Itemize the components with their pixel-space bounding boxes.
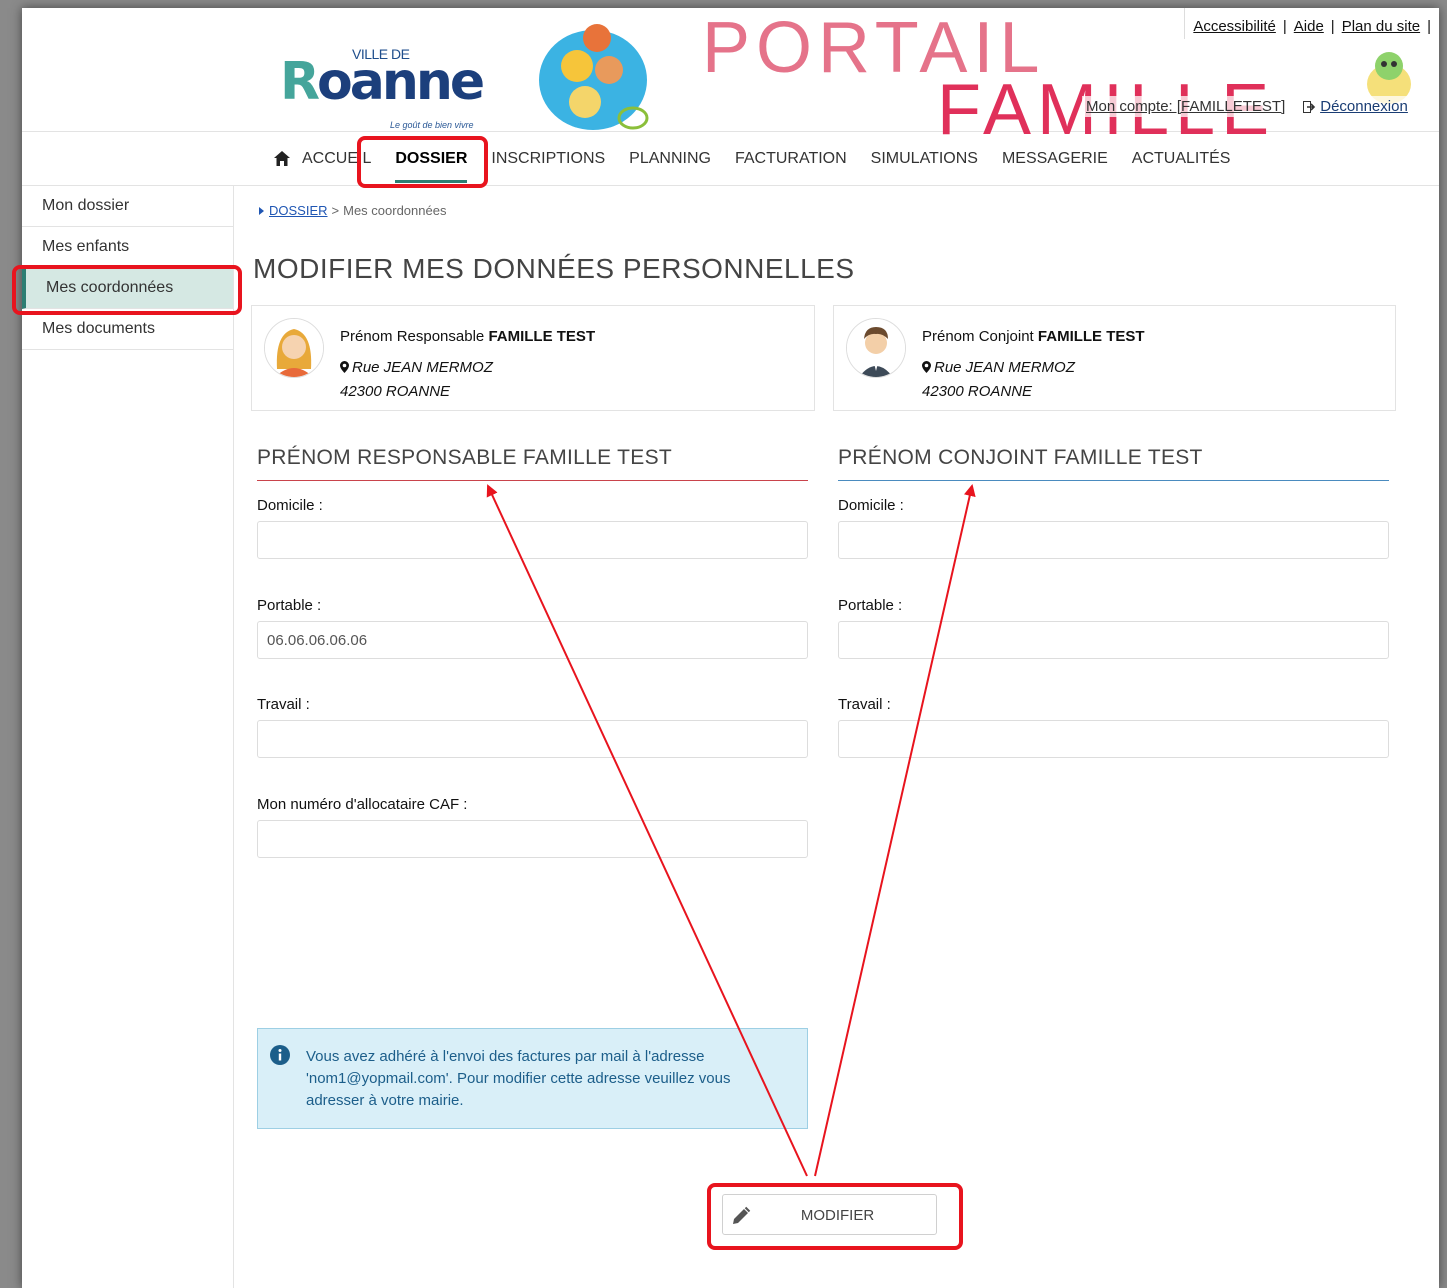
conjoint-card: Prénom Conjoint FAMILLE TEST Rue JEAN ME… — [833, 305, 1396, 411]
nav-simulations[interactable]: SIMULATIONS — [859, 132, 990, 185]
responsable-section-title: PRÉNOM RESPONSABLE FAMILLE TEST — [257, 446, 808, 481]
man-avatar-icon — [846, 318, 906, 378]
breadcrumb: DOSSIER > Mes coordonnées — [257, 203, 446, 218]
responsable-caf-input[interactable] — [257, 820, 808, 858]
separator: | — [1330, 18, 1335, 35]
conjoint-portable-label: Portable : — [838, 597, 903, 614]
conjoint-card-name: Prénom Conjoint FAMILLE TEST — [922, 328, 1145, 345]
responsable-caf-label: Mon numéro d'allocataire CAF : — [257, 796, 468, 813]
logo-slogan: Le goût de bien vivre — [390, 120, 474, 130]
conjoint-last-name: FAMILLE TEST — [1037, 328, 1145, 345]
conjoint-first-name: Prénom Conjoint — [922, 328, 1034, 345]
children-illustration — [539, 24, 649, 130]
responsable-portable-input[interactable] — [257, 621, 808, 659]
conjoint-domicile-input[interactable] — [838, 521, 1389, 559]
modify-button[interactable]: MODIFIER — [722, 1194, 937, 1235]
logout-icon — [1303, 100, 1316, 113]
separator: | — [1282, 18, 1287, 35]
top-links: Accessibilité | Aide | Plan du site | — [1184, 8, 1439, 39]
nav-actualites[interactable]: ACTUALITÉS — [1120, 132, 1243, 185]
nav-facturation[interactable]: FACTURATION — [723, 132, 859, 185]
account-link[interactable]: Mon compte: [FAMILLETEST] — [1086, 98, 1285, 115]
conjoint-travail-input[interactable] — [838, 720, 1389, 758]
sidebar: Mon dossier Mes enfants Mes coordonnées … — [22, 186, 234, 1288]
woman-avatar-icon — [264, 318, 324, 378]
map-marker-icon — [922, 361, 931, 373]
nav-inscriptions[interactable]: INSCRIPTIONS — [479, 132, 617, 185]
conjoint-street: Rue JEAN MERMOZ — [934, 359, 1075, 376]
conjoint-domicile-label: Domicile : — [838, 497, 904, 514]
conjoint-card-address: Rue JEAN MERMOZ 42300 ROANNE — [922, 356, 1075, 404]
account-bar: Mon compte: [FAMILLETEST] Déconnexion — [1082, 96, 1412, 117]
logout-link[interactable]: Déconnexion — [1303, 98, 1408, 115]
conjoint-city: 42300 ROANNE — [922, 383, 1033, 400]
nav-dossier[interactable]: DOSSIER — [383, 132, 479, 185]
main-nav: ACCUEIL DOSSIER INSCRIPTIONS PLANNING FA… — [22, 132, 1439, 186]
caret-right-icon — [259, 206, 264, 215]
responsable-travail-input[interactable] — [257, 720, 808, 758]
conjoint-section-title: PRÉNOM CONJOINT FAMILLE TEST — [838, 446, 1389, 481]
roanne-logo[interactable]: VILLE DE Roanne Le goût de bien vivre — [280, 46, 520, 136]
sidebar-item-mes-enfants[interactable]: Mes enfants — [22, 227, 233, 268]
nav-planning[interactable]: PLANNING — [617, 132, 723, 185]
home-icon — [274, 151, 290, 166]
nav-messagerie[interactable]: MESSAGERIE — [990, 132, 1120, 185]
responsable-card: Prénom Responsable FAMILLE TEST Rue JEAN… — [251, 305, 815, 411]
conjoint-travail-label: Travail : — [838, 696, 891, 713]
breadcrumb-current: Mes coordonnées — [343, 203, 447, 218]
responsable-domicile-input[interactable] — [257, 521, 808, 559]
responsable-first-name: Prénom Responsable — [340, 328, 485, 345]
accessibility-link[interactable]: Accessibilité — [1193, 18, 1276, 35]
conjoint-portable-input[interactable] — [838, 621, 1389, 659]
logo-roanne-text: Roanne — [280, 52, 485, 112]
responsable-last-name: FAMILLE TEST — [488, 328, 596, 345]
sidebar-item-mon-dossier[interactable]: Mon dossier — [22, 186, 233, 227]
site-header: VILLE DE Roanne Le goût de bien vivre PO… — [22, 8, 1439, 146]
logout-label: Déconnexion — [1320, 98, 1408, 115]
help-link[interactable]: Aide — [1294, 18, 1324, 35]
map-marker-icon — [340, 361, 349, 373]
sidebar-item-mes-coordonnees[interactable]: Mes coordonnées — [22, 268, 233, 309]
breadcrumb-separator: > — [331, 203, 340, 218]
info-alert: Vous avez adhéré à l'envoi des factures … — [257, 1028, 808, 1129]
modify-button-label: MODIFIER — [800, 1207, 875, 1224]
nav-accueil[interactable]: ACCUEIL — [262, 132, 383, 185]
responsable-domicile-label: Domicile : — [257, 497, 323, 514]
separator: | — [1427, 18, 1431, 35]
info-icon — [270, 1045, 290, 1065]
sidebar-item-mes-documents[interactable]: Mes documents — [22, 309, 233, 350]
responsable-city: 42300 ROANNE — [340, 383, 451, 400]
breadcrumb-dossier-link[interactable]: DOSSIER — [269, 203, 328, 218]
responsable-card-address: Rue JEAN MERMOZ 42300 ROANNE — [340, 356, 493, 404]
responsable-street: Rue JEAN MERMOZ — [352, 359, 493, 376]
sitemap-link[interactable]: Plan du site — [1342, 18, 1420, 35]
page-title: MODIFIER MES DONNÉES PERSONNELLES — [253, 253, 855, 284]
info-message: Vous avez adhéré à l'envoi des factures … — [306, 1048, 731, 1109]
responsable-travail-label: Travail : — [257, 696, 310, 713]
nav-accueil-label: ACCUEIL — [302, 149, 372, 167]
portal-page: VILLE DE Roanne Le goût de bien vivre PO… — [22, 8, 1439, 1288]
responsable-card-name: Prénom Responsable FAMILLE TEST — [340, 328, 595, 345]
responsable-portable-label: Portable : — [257, 597, 322, 614]
